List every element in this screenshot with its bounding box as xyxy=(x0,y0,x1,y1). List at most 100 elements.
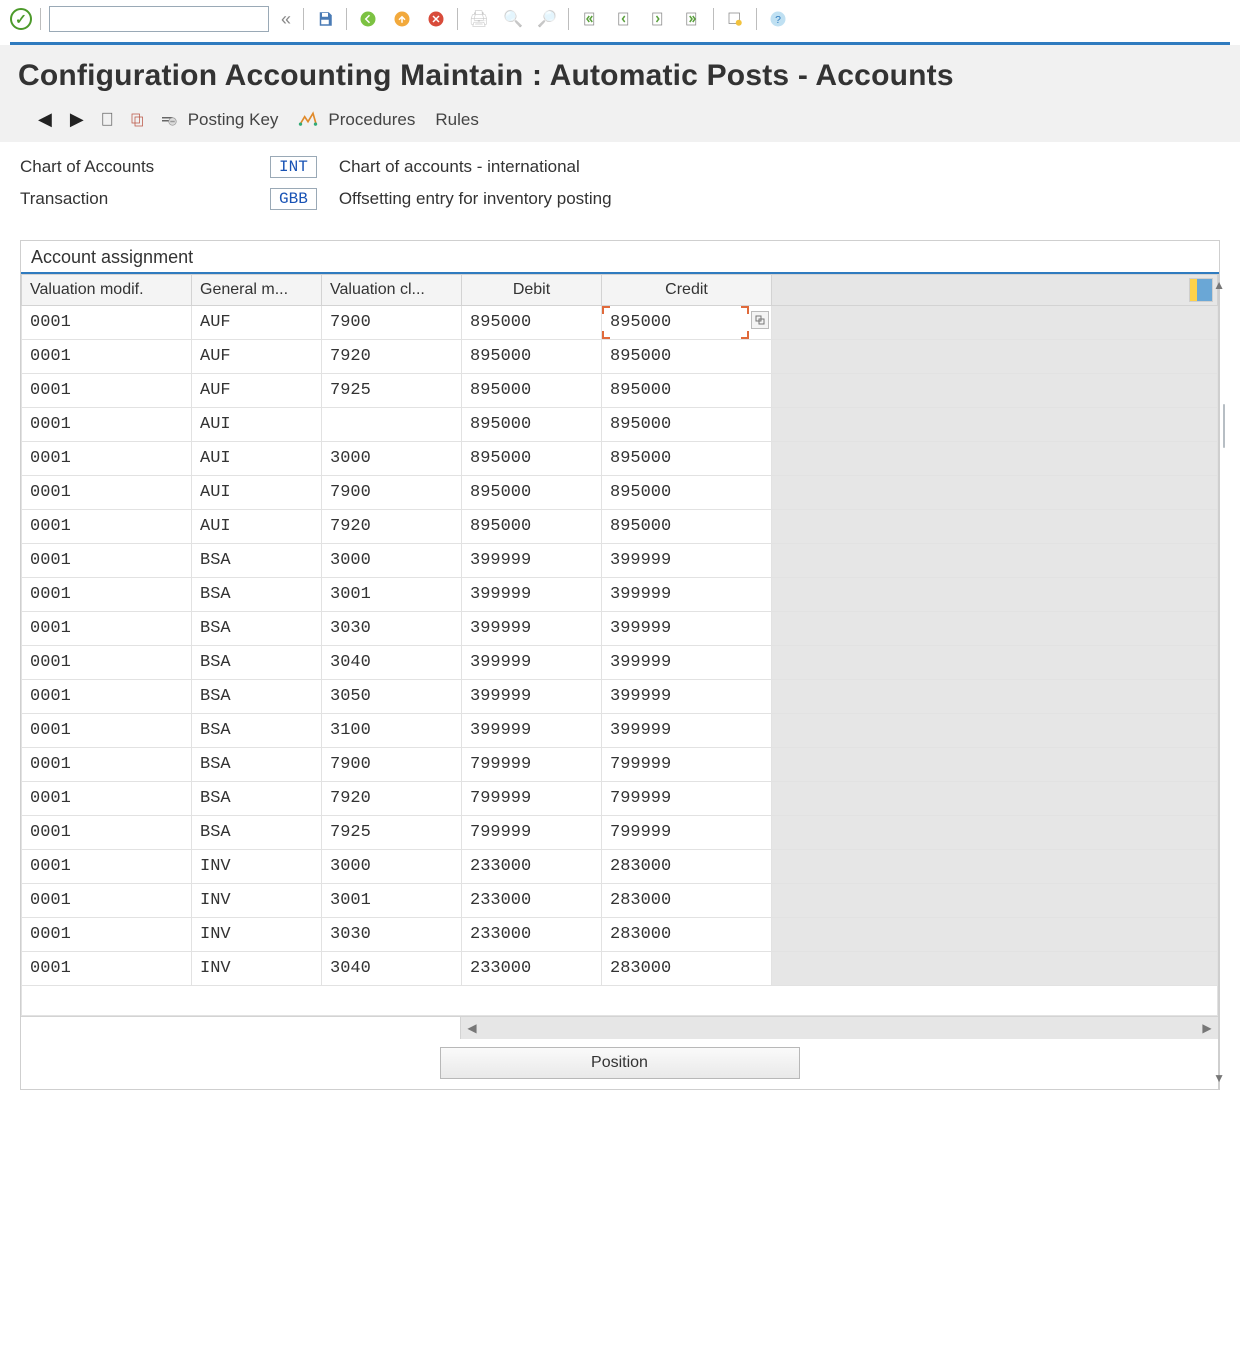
cell-valuation-class[interactable]: 7920 xyxy=(322,782,462,816)
cell-debit[interactable]: 799999 xyxy=(462,782,602,816)
cancel-icon[interactable] xyxy=(423,6,449,32)
cell-credit[interactable]: 399999 xyxy=(602,612,772,646)
cell-credit[interactable]: 399999 xyxy=(602,714,772,748)
cell-credit[interactable]: 283000 xyxy=(602,918,772,952)
new-session-icon[interactable] xyxy=(722,6,748,32)
cell-debit[interactable]: 233000 xyxy=(462,952,602,986)
cell-debit[interactable]: 799999 xyxy=(462,816,602,850)
cell-valuation-class[interactable]: 3000 xyxy=(322,850,462,884)
cell-general-modif[interactable]: BSA xyxy=(192,544,322,578)
table-row[interactable]: 0001AUI7920895000895000 xyxy=(22,510,1218,544)
cell-debit[interactable]: 895000 xyxy=(462,374,602,408)
cell-general-modif[interactable]: BSA xyxy=(192,680,322,714)
cell-valuation-modif[interactable]: 0001 xyxy=(22,374,192,408)
table-row[interactable]: 0001AUI895000895000 xyxy=(22,408,1218,442)
cell-valuation-class[interactable]: 7900 xyxy=(322,748,462,782)
cell-general-modif[interactable]: BSA xyxy=(192,646,322,680)
cell-debit[interactable]: 895000 xyxy=(462,442,602,476)
cell-valuation-modif[interactable]: 0001 xyxy=(22,306,192,340)
cell-valuation-class[interactable]: 3040 xyxy=(322,646,462,680)
cell-general-modif[interactable]: BSA xyxy=(192,748,322,782)
col-general-modif[interactable]: General m... xyxy=(192,275,322,306)
table-row[interactable]: 0001AUI7900895000895000 xyxy=(22,476,1218,510)
prev-entry-icon[interactable]: ◀ xyxy=(34,109,56,130)
cell-valuation-modif[interactable]: 0001 xyxy=(22,442,192,476)
table-row[interactable]: 0001AUF7900895000895000 xyxy=(22,306,1218,340)
cell-debit[interactable]: 895000 xyxy=(462,476,602,510)
cell-valuation-modif[interactable]: 0001 xyxy=(22,578,192,612)
cell-valuation-modif[interactable]: 0001 xyxy=(22,510,192,544)
cell-valuation-class[interactable]: 7920 xyxy=(322,340,462,374)
cell-debit[interactable]: 895000 xyxy=(462,340,602,374)
command-history-icon[interactable]: « xyxy=(277,9,295,30)
cell-valuation-class[interactable]: 7900 xyxy=(322,476,462,510)
back-icon[interactable] xyxy=(355,6,381,32)
cell-general-modif[interactable]: INV xyxy=(192,850,322,884)
cell-debit[interactable]: 399999 xyxy=(462,714,602,748)
cell-valuation-class[interactable]: 7925 xyxy=(322,816,462,850)
table-row[interactable]: 0001BSA7920799999799999 xyxy=(22,782,1218,816)
col-debit[interactable]: Debit xyxy=(462,275,602,306)
cell-valuation-modif[interactable]: 0001 xyxy=(22,476,192,510)
cell-valuation-class[interactable]: 7925 xyxy=(322,374,462,408)
cell-general-modif[interactable]: BSA xyxy=(192,578,322,612)
col-valuation-class[interactable]: Valuation cl... xyxy=(322,275,462,306)
next-page-icon[interactable] xyxy=(645,6,671,32)
cell-general-modif[interactable]: AUI xyxy=(192,442,322,476)
cell-valuation-class[interactable]: 3030 xyxy=(322,918,462,952)
cell-credit[interactable]: 283000 xyxy=(602,884,772,918)
copy-icon[interactable] xyxy=(128,111,148,129)
table-row[interactable]: 0001BSA7900799999799999 xyxy=(22,748,1218,782)
cell-credit[interactable]: 399999 xyxy=(602,646,772,680)
cell-general-modif[interactable]: AUI xyxy=(192,408,322,442)
cell-valuation-modif[interactable]: 0001 xyxy=(22,680,192,714)
cell-valuation-class[interactable]: 3001 xyxy=(322,884,462,918)
table-row[interactable]: 0001BSA3040399999399999 xyxy=(22,646,1218,680)
cell-debit[interactable]: 399999 xyxy=(462,578,602,612)
cell-general-modif[interactable]: BSA xyxy=(192,714,322,748)
cell-valuation-class[interactable] xyxy=(322,408,462,442)
cell-debit[interactable]: 233000 xyxy=(462,884,602,918)
cell-debit[interactable]: 895000 xyxy=(462,510,602,544)
scroll-thumb[interactable] xyxy=(1223,404,1225,448)
cell-valuation-modif[interactable]: 0001 xyxy=(22,408,192,442)
position-button[interactable]: Position xyxy=(440,1047,800,1079)
horizontal-scrollbar[interactable]: ◀ ▶ xyxy=(21,1016,1218,1039)
table-row[interactable]: 0001BSA7925799999799999 xyxy=(22,816,1218,850)
cell-general-modif[interactable]: AUF xyxy=(192,374,322,408)
cell-credit[interactable]: 799999 xyxy=(602,748,772,782)
table-row[interactable]: 0001AUI3000895000895000 xyxy=(22,442,1218,476)
table-row[interactable]: 0001BSA3000399999399999 xyxy=(22,544,1218,578)
cell-credit[interactable]: 283000 xyxy=(602,850,772,884)
cell-debit[interactable]: 399999 xyxy=(462,612,602,646)
cell-debit[interactable]: 895000 xyxy=(462,408,602,442)
prev-page-icon[interactable] xyxy=(611,6,637,32)
procedures-button[interactable]: Procedures xyxy=(328,110,415,130)
cell-credit[interactable]: 799999 xyxy=(602,782,772,816)
save-icon[interactable] xyxy=(312,6,338,32)
col-credit[interactable]: Credit xyxy=(602,275,772,306)
cell-valuation-class[interactable]: 3100 xyxy=(322,714,462,748)
table-row[interactable]: 0001AUF7925895000895000 xyxy=(22,374,1218,408)
table-row[interactable]: 0001INV3030233000283000 xyxy=(22,918,1218,952)
cell-credit[interactable]: 399999 xyxy=(602,544,772,578)
cell-debit[interactable]: 399999 xyxy=(462,544,602,578)
cell-credit[interactable]: 895000 xyxy=(602,340,772,374)
first-page-icon[interactable] xyxy=(577,6,603,32)
enter-icon[interactable]: ✓ xyxy=(10,8,32,30)
table-row[interactable]: 0001BSA3100399999399999 xyxy=(22,714,1218,748)
delete-icon[interactable] xyxy=(158,111,178,129)
posting-key-button[interactable]: Posting Key xyxy=(188,110,279,130)
cell-valuation-class[interactable]: 3030 xyxy=(322,612,462,646)
cell-valuation-class[interactable]: 3040 xyxy=(322,952,462,986)
new-entries-icon[interactable] xyxy=(98,111,118,129)
cell-general-modif[interactable]: INV xyxy=(192,918,322,952)
table-row[interactable]: 0001BSA3001399999399999 xyxy=(22,578,1218,612)
scroll-left-icon[interactable]: ◀ xyxy=(461,1017,483,1039)
cell-valuation-modif[interactable]: 0001 xyxy=(22,918,192,952)
cell-valuation-modif[interactable]: 0001 xyxy=(22,782,192,816)
procedures-icon[interactable] xyxy=(298,111,318,129)
cell-general-modif[interactable]: BSA xyxy=(192,816,322,850)
cell-valuation-class[interactable]: 3050 xyxy=(322,680,462,714)
cell-general-modif[interactable]: AUF xyxy=(192,306,322,340)
